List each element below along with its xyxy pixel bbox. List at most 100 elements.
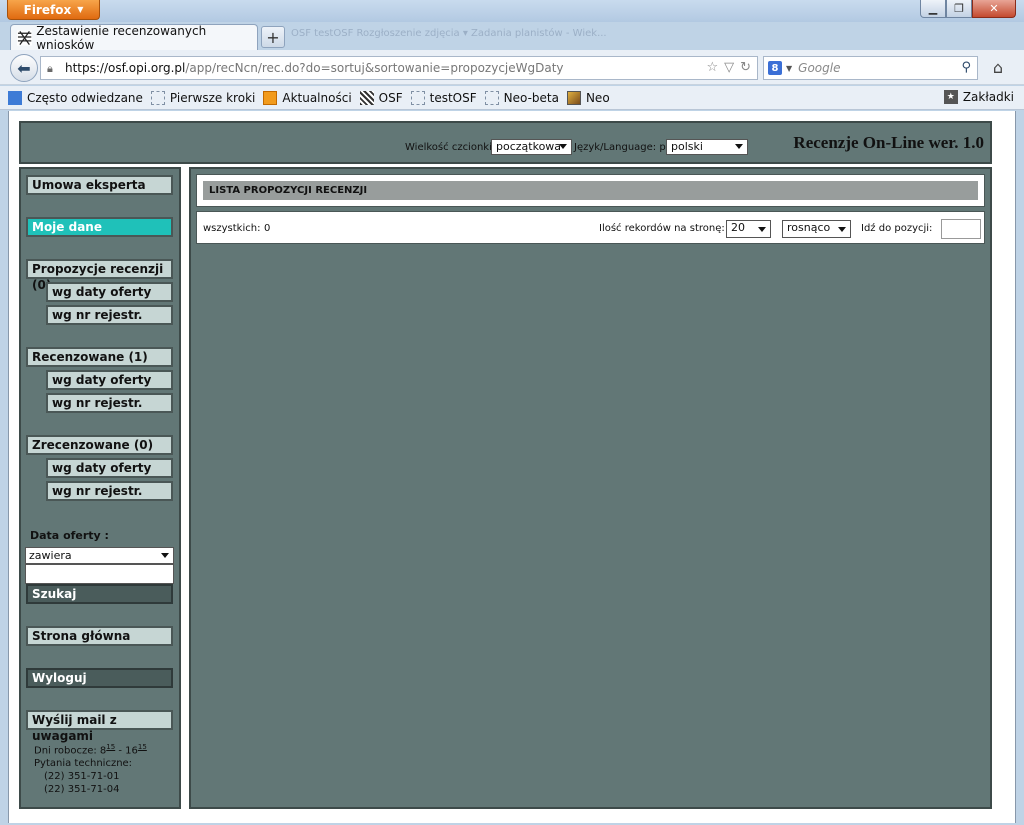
chevron-down-icon bbox=[161, 553, 169, 558]
completed-by-number-button[interactable]: wg nr rejestr. bbox=[46, 481, 173, 501]
chevron-down-icon: ▼ bbox=[77, 5, 84, 14]
firefox-menu-button[interactable]: Firefox ▼ bbox=[7, 0, 100, 20]
window-titlebar: Firefox ▼ ▁ ❐ ✕ bbox=[0, 0, 1024, 22]
close-icon[interactable]: ✕ bbox=[972, 0, 1016, 18]
firefox-menu-label: Firefox bbox=[23, 2, 72, 17]
osf-favicon-icon bbox=[17, 29, 33, 46]
tab-active[interactable]: Zestawienie recenzowanych wniosków bbox=[10, 24, 258, 52]
dropdown-arrow-icon[interactable]: ▽ bbox=[724, 60, 734, 75]
date-filter-select[interactable]: zawiera bbox=[25, 547, 174, 564]
page-icon bbox=[484, 90, 499, 105]
osf-icon bbox=[359, 90, 374, 105]
lock-icon: 🔒︎ bbox=[47, 62, 53, 75]
neo-icon bbox=[566, 90, 581, 105]
font-size-label: Wielkość czcionki: bbox=[405, 142, 496, 153]
bookmark-item[interactable]: Neo bbox=[566, 90, 610, 105]
bookmark-item[interactable]: Neo-beta bbox=[484, 90, 559, 105]
maximize-icon[interactable]: ❐ bbox=[946, 0, 972, 18]
language-value: polski bbox=[671, 140, 703, 153]
my-data-button[interactable]: Moje dane bbox=[26, 217, 173, 237]
date-filter-label: Data oferty : bbox=[30, 529, 109, 542]
work-days-label: Dni robocze: 8 bbox=[34, 745, 107, 757]
url-path: /app/recNcn/rec.do?do=sortuj&sortowanie=… bbox=[185, 61, 564, 75]
new-tab-button[interactable]: + bbox=[261, 26, 285, 48]
tab-strip: Zestawienie recenzowanych wniosków + OSF… bbox=[0, 22, 1024, 52]
bookmark-label: Neo bbox=[585, 90, 610, 105]
rss-icon bbox=[263, 90, 278, 105]
per-page-value: 20 bbox=[731, 221, 745, 234]
chevron-down-icon bbox=[758, 227, 766, 232]
search-icon[interactable]: ⚲ bbox=[961, 60, 971, 75]
completed-by-date-button[interactable]: wg daty oferty bbox=[46, 458, 173, 478]
bookmark-label: OSF bbox=[378, 90, 403, 105]
goto-label: Idź do pozycji: bbox=[861, 223, 933, 234]
send-feedback-button[interactable]: Wyślij mail z uwagami bbox=[26, 710, 173, 743]
url-bar[interactable]: 🔒︎ https://osf.opi.org.pl /app/recNcn/re… bbox=[40, 56, 758, 80]
work-days-to-minutes: 15 bbox=[137, 743, 147, 751]
total-value: 0 bbox=[264, 223, 271, 234]
bookmark-item[interactable]: OSF bbox=[359, 90, 403, 105]
proposals-by-number-button[interactable]: wg nr rejestr. bbox=[46, 305, 173, 325]
work-days-from-minutes: 15 bbox=[106, 743, 116, 751]
chevron-down-icon bbox=[559, 144, 567, 149]
home-icon[interactable]: ⌂ bbox=[986, 58, 1010, 78]
reviewed-by-number-button[interactable]: wg nr rejestr. bbox=[46, 393, 173, 413]
font-size-select[interactable]: początkowa bbox=[491, 139, 572, 155]
contact-info: Dni robocze: 815 - 1615 Pytania technicz… bbox=[34, 741, 147, 796]
search-placeholder: Google bbox=[798, 61, 841, 75]
url-bar-icons: ☆ ▽ ↻ bbox=[706, 60, 751, 75]
reload-icon[interactable]: ↻ bbox=[740, 60, 751, 75]
date-filter-input[interactable] bbox=[25, 564, 174, 584]
work-days-to: - 16 bbox=[115, 745, 138, 757]
work-days: Dni robocze: 815 - 1615 bbox=[34, 741, 147, 757]
list-header-box: LISTA PROPOZYCJI RECENZJI bbox=[196, 174, 985, 207]
minimize-icon[interactable]: ▁ bbox=[920, 0, 946, 18]
search-button[interactable]: Szukaj bbox=[26, 584, 173, 604]
bookmark-label: Neo-beta bbox=[503, 90, 559, 105]
language-label: Język/Language: pl bbox=[574, 142, 669, 153]
page-icon bbox=[150, 90, 165, 105]
reviewed-by-date-button[interactable]: wg daty oferty bbox=[46, 370, 173, 390]
goto-position-input[interactable] bbox=[941, 219, 981, 239]
logout-button[interactable]: Wyloguj bbox=[26, 668, 173, 688]
arrow-left-icon: ⬅ bbox=[17, 58, 31, 78]
back-button[interactable]: ⬅ bbox=[10, 54, 38, 82]
phone-number: (22) 351-71-01 bbox=[44, 771, 120, 783]
bookmark-label: Często odwiedzane bbox=[27, 90, 143, 105]
chevron-down-icon bbox=[735, 144, 743, 149]
sort-order-select[interactable]: rosnąco bbox=[782, 220, 851, 238]
bookmark-item[interactable]: Aktualności bbox=[263, 90, 352, 105]
star-icon[interactable]: ☆ bbox=[706, 60, 718, 75]
bookmark-item[interactable]: Pierwsze kroki bbox=[150, 90, 255, 105]
sidebar: Umowa eksperta Moje dane Propozycje rece… bbox=[19, 167, 181, 809]
bookmark-label: testOSF bbox=[429, 90, 477, 105]
chevron-down-icon[interactable]: ▼ bbox=[786, 64, 792, 73]
home-page-button[interactable]: Strona główna bbox=[26, 626, 173, 646]
bookmarks-menu-button[interactable]: ★ Zakładki bbox=[943, 90, 1014, 104]
reviewed-button[interactable]: Recenzowane (1) bbox=[26, 347, 173, 367]
bookmark-item[interactable]: Często odwiedzane bbox=[8, 90, 143, 105]
background-tabs[interactable]: OSF testOSF Rozgłoszenie zdjęcia ▾ Zadan… bbox=[291, 28, 607, 39]
chevron-down-icon bbox=[838, 227, 846, 232]
list-title: LISTA PROPOZYCJI RECENZJI bbox=[203, 181, 978, 200]
sort-order-value: rosnąco bbox=[787, 221, 831, 234]
bookmark-item[interactable]: testOSF bbox=[410, 90, 477, 105]
date-filter-value: zawiera bbox=[29, 549, 72, 562]
contract-button[interactable]: Umowa eksperta bbox=[26, 175, 173, 195]
url-host: https://osf.opi.org.pl bbox=[65, 61, 186, 75]
most-visited-icon bbox=[8, 90, 22, 105]
proposals-by-date-button[interactable]: wg daty oferty bbox=[46, 282, 173, 302]
proposals-button[interactable]: Propozycje recenzji (0) bbox=[26, 259, 173, 292]
completed-button[interactable]: Zrecenzowane (0) bbox=[26, 435, 173, 455]
per-page-label: Ilość rekordów na stronę: bbox=[599, 223, 725, 234]
per-page-select[interactable]: 20 bbox=[726, 220, 771, 238]
app-title: Recenzje On-Line wer. 1.0 bbox=[793, 133, 984, 152]
list-controls: wszystkich: 0 Ilość rekordów na stronę: … bbox=[196, 211, 985, 244]
main-panel: LISTA PROPOZYCJI RECENZJI wszystkich: 0 … bbox=[189, 167, 992, 809]
language-select[interactable]: polski bbox=[666, 139, 748, 155]
bookmarks-menu-label: Zakładki bbox=[962, 90, 1014, 104]
google-icon[interactable]: 8 bbox=[768, 61, 782, 75]
app-header: Wielkość czcionki: początkowa Język/Lang… bbox=[19, 121, 992, 164]
bookmarks-toolbar: Często odwiedzane Pierwsze kroki Aktualn… bbox=[0, 86, 1024, 110]
search-bar[interactable]: 8 ▼ Google ⚲ bbox=[763, 56, 978, 80]
